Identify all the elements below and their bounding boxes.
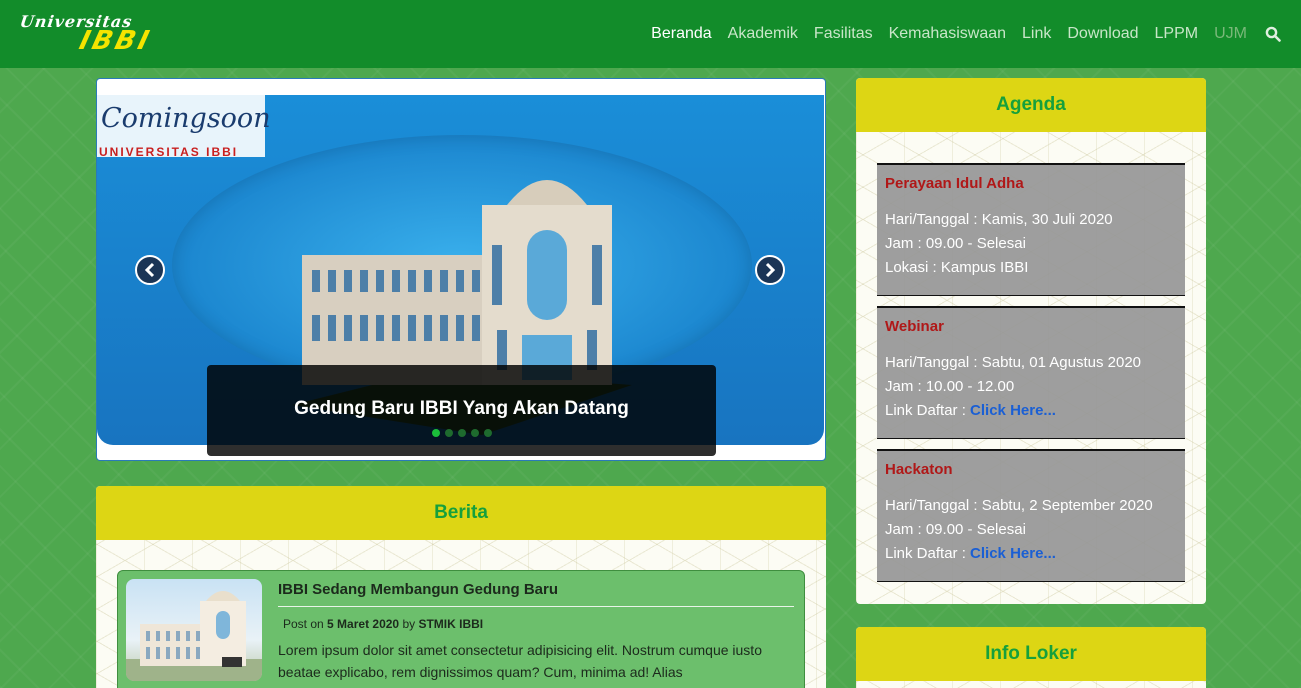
agenda-item-name: Hackaton bbox=[885, 461, 953, 478]
carousel-dot[interactable] bbox=[470, 429, 479, 437]
nav-item-beranda[interactable]: Beranda bbox=[643, 25, 720, 43]
comingsoon-title: Comingsoon bbox=[101, 103, 271, 134]
agenda-item-date: Hari/Tanggal : Sabtu, 2 September 2020 bbox=[885, 497, 1153, 514]
agenda-item-time: Jam : 09.00 - Selesai bbox=[885, 235, 1026, 252]
hero-carousel: Comingsoon UNIVERSITAS IBBI Gedung Baru … bbox=[96, 78, 826, 461]
agenda-card: Agenda Perayaan Idul Adha Hari/Tanggal :… bbox=[856, 78, 1206, 604]
carousel-dot[interactable] bbox=[431, 429, 440, 437]
chevron-left-icon bbox=[144, 262, 155, 278]
search-icon[interactable] bbox=[1255, 26, 1281, 42]
news-item[interactable]: IBBI Sedang Membangun Gedung Baru Post o… bbox=[117, 570, 805, 688]
agenda-item-name: Perayaan Idul Adha bbox=[885, 175, 1024, 192]
carousel-dot[interactable] bbox=[444, 429, 453, 437]
news-meta-prefix: Post on bbox=[283, 617, 324, 631]
comingsoon-subtitle: UNIVERSITAS IBBI bbox=[99, 145, 239, 159]
news-thumbnail[interactable] bbox=[126, 579, 262, 681]
agenda-item-name: Webinar bbox=[885, 318, 944, 335]
news-divider bbox=[278, 606, 794, 607]
info-loker-card: Info Loker bbox=[856, 627, 1206, 688]
agenda-item-time: Jam : 09.00 - Selesai bbox=[885, 521, 1026, 538]
comingsoon-badge: Comingsoon UNIVERSITAS IBBI bbox=[97, 91, 271, 159]
agenda-title: Agenda bbox=[996, 94, 1066, 115]
agenda-link-prefix: Link Daftar : bbox=[885, 545, 966, 562]
site-logo[interactable]: Universitas IBBI bbox=[18, 12, 198, 56]
news-meta: Post on 5 Maret 2020 by STMIK IBBI bbox=[283, 617, 483, 631]
nav-item-ujm[interactable]: UJM bbox=[1206, 25, 1255, 43]
berita-header: Berita bbox=[96, 486, 826, 540]
nav-item-lppm[interactable]: LPPM bbox=[1147, 25, 1207, 43]
news-meta-by: by bbox=[402, 617, 416, 631]
agenda-item: Hackaton Hari/Tanggal : Sabtu, 2 Septemb… bbox=[877, 449, 1185, 582]
logo-line-2: IBBI bbox=[76, 26, 155, 56]
nav-item-download[interactable]: Download bbox=[1059, 25, 1146, 43]
carousel-dot[interactable] bbox=[483, 429, 492, 437]
chevron-right-icon bbox=[765, 262, 776, 278]
news-excerpt: Lorem ipsum dolor sit amet consectetur a… bbox=[278, 642, 762, 680]
agenda-register-link[interactable]: Click Here... bbox=[970, 545, 1056, 562]
agenda-item-link-row: Link Daftar : Click Here... bbox=[885, 545, 1056, 562]
news-author: STMIK IBBI bbox=[418, 617, 484, 631]
agenda-item: Perayaan Idul Adha Hari/Tanggal : Kamis,… bbox=[877, 163, 1185, 296]
agenda-register-link[interactable]: Click Here... bbox=[970, 402, 1056, 419]
carousel-prev-button[interactable] bbox=[135, 255, 165, 285]
nav-item-link[interactable]: Link bbox=[1014, 25, 1059, 43]
agenda-item-date: Hari/Tanggal : Sabtu, 01 Agustus 2020 bbox=[885, 354, 1142, 371]
nav-item-fasilitas[interactable]: Fasilitas bbox=[806, 25, 881, 43]
info-loker-header: Info Loker bbox=[856, 627, 1206, 681]
info-loker-title: Info Loker bbox=[985, 643, 1077, 664]
carousel-next-button[interactable] bbox=[755, 255, 785, 285]
agenda-item: Webinar Hari/Tanggal : Sabtu, 01 Agustus… bbox=[877, 306, 1185, 439]
agenda-item-time: Jam : 10.00 - 12.00 bbox=[885, 378, 1015, 395]
news-title[interactable]: IBBI Sedang Membangun Gedung Baru bbox=[278, 581, 558, 598]
berita-card: Berita IBBI Sedang Membangun Gedung Baru… bbox=[96, 486, 826, 688]
agenda-item-link-row: Link Daftar : Click Here... bbox=[885, 402, 1056, 419]
berita-title: Berita bbox=[434, 502, 488, 523]
carousel-caption: Gedung Baru IBBI Yang Akan Datang bbox=[207, 365, 716, 456]
carousel-indicators bbox=[207, 429, 716, 437]
top-navbar: Universitas IBBI Beranda Akademik Fasili… bbox=[0, 0, 1301, 68]
nav-item-kemahasiswaan[interactable]: Kemahasiswaan bbox=[881, 25, 1014, 43]
agenda-link-prefix: Link Daftar : bbox=[885, 402, 966, 419]
nav-menu: Beranda Akademik Fasilitas Kemahasiswaan… bbox=[643, 0, 1281, 68]
carousel-caption-text: Gedung Baru IBBI Yang Akan Datang bbox=[294, 398, 629, 419]
agenda-item-location: Lokasi : Kampus IBBI bbox=[885, 259, 1029, 276]
agenda-item-date: Hari/Tanggal : Kamis, 30 Juli 2020 bbox=[885, 211, 1113, 228]
nav-item-akademik[interactable]: Akademik bbox=[720, 25, 806, 43]
carousel-dot[interactable] bbox=[457, 429, 466, 437]
news-date: 5 Maret 2020 bbox=[327, 617, 400, 631]
agenda-header: Agenda bbox=[856, 78, 1206, 132]
